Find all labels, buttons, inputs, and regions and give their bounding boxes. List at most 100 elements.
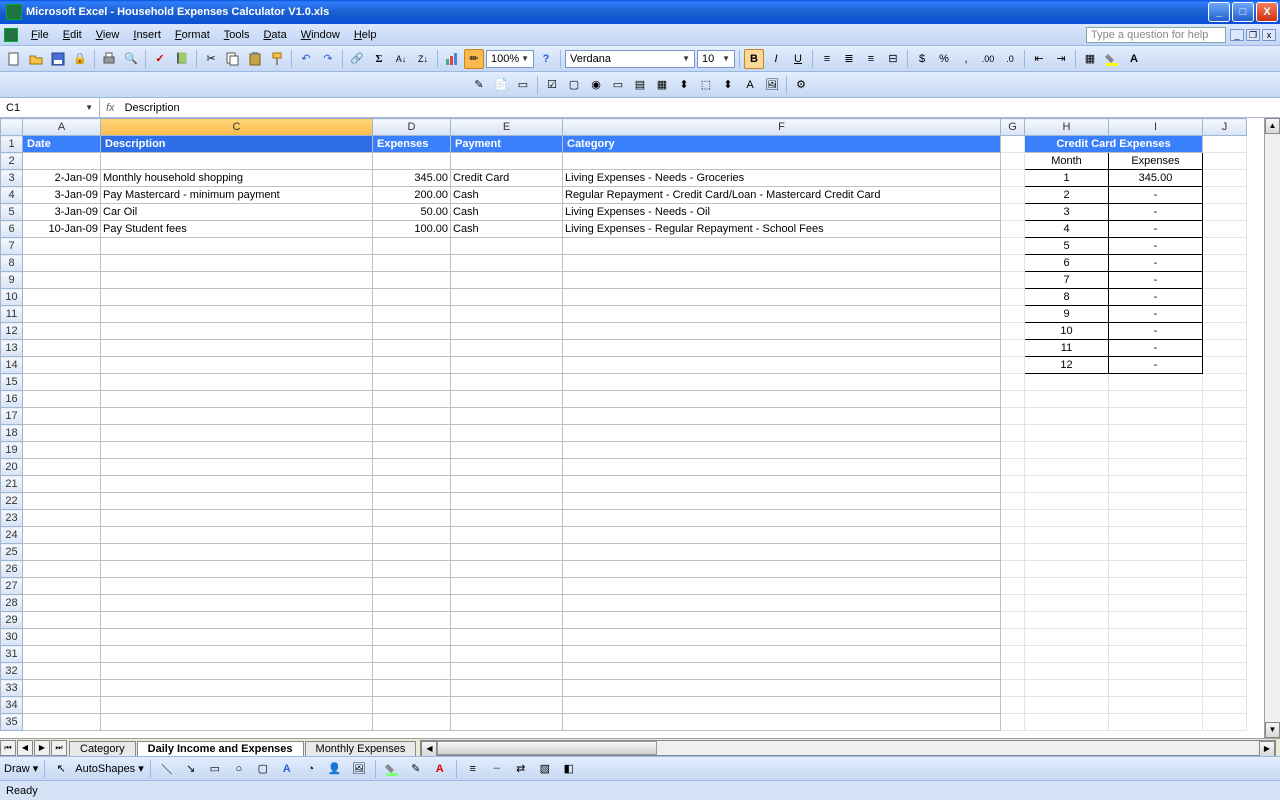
cell-F5[interactable]: Living Expenses - Needs - Oil xyxy=(563,204,1001,221)
cell-C4[interactable]: Pay Mastercard - minimum payment xyxy=(101,187,373,204)
cell-C9[interactable] xyxy=(101,272,373,289)
cell-H8[interactable]: 6 xyxy=(1025,255,1109,272)
clipart-button[interactable]: 👤 xyxy=(325,759,345,779)
cell-C7[interactable] xyxy=(101,238,373,255)
cell-I26[interactable] xyxy=(1109,561,1203,578)
autoshapes-menu[interactable]: AutoShapes ▾ xyxy=(75,762,144,775)
cell-H24[interactable] xyxy=(1025,527,1109,544)
cell-C33[interactable] xyxy=(101,680,373,697)
cell-A11[interactable] xyxy=(23,306,101,323)
cell-H22[interactable] xyxy=(1025,493,1109,510)
cell-H33[interactable] xyxy=(1025,680,1109,697)
fx-icon[interactable]: fx xyxy=(100,102,121,114)
cell-H15[interactable] xyxy=(1025,374,1109,391)
cell-I32[interactable] xyxy=(1109,663,1203,680)
cell-E1[interactable]: Payment xyxy=(451,136,563,153)
cell-F1[interactable]: Category xyxy=(563,136,1001,153)
cell-C25[interactable] xyxy=(101,544,373,561)
cell-D3[interactable]: 345.00 xyxy=(373,170,451,187)
cell-G12[interactable] xyxy=(1001,323,1025,340)
tool-5[interactable]: ▢ xyxy=(564,75,584,95)
cell-F34[interactable] xyxy=(563,697,1001,714)
paste-button[interactable] xyxy=(245,49,265,69)
undo-button[interactable]: ↶ xyxy=(296,49,316,69)
cell-G2[interactable] xyxy=(1001,153,1025,170)
row-header-28[interactable]: 28 xyxy=(1,595,23,612)
cell-E19[interactable] xyxy=(451,442,563,459)
cell-J30[interactable] xyxy=(1203,629,1247,646)
cell-G22[interactable] xyxy=(1001,493,1025,510)
tool-15[interactable]: ⚙ xyxy=(791,75,811,95)
cell-I28[interactable] xyxy=(1109,595,1203,612)
cell-F17[interactable] xyxy=(563,408,1001,425)
row-header-18[interactable]: 18 xyxy=(1,425,23,442)
cell-F8[interactable] xyxy=(563,255,1001,272)
sheet-tab-daily-income-and-expenses[interactable]: Daily Income and Expenses xyxy=(137,741,304,756)
cell-J32[interactable] xyxy=(1203,663,1247,680)
row-header-20[interactable]: 20 xyxy=(1,459,23,476)
cell-H30[interactable] xyxy=(1025,629,1109,646)
cell-A35[interactable] xyxy=(23,714,101,731)
open-button[interactable] xyxy=(26,49,46,69)
cell-G11[interactable] xyxy=(1001,306,1025,323)
cell-E35[interactable] xyxy=(451,714,563,731)
cell-A3[interactable]: 2-Jan-09 xyxy=(23,170,101,187)
cell-G14[interactable] xyxy=(1001,357,1025,374)
cell-E16[interactable] xyxy=(451,391,563,408)
cell-D21[interactable] xyxy=(373,476,451,493)
diagram-button[interactable]: ◔ xyxy=(301,759,321,779)
cell-E34[interactable] xyxy=(451,697,563,714)
cell-G6[interactable] xyxy=(1001,221,1025,238)
cell-A29[interactable] xyxy=(23,612,101,629)
align-left-button[interactable]: ≡ xyxy=(817,49,837,69)
cell-F20[interactable] xyxy=(563,459,1001,476)
cell-F33[interactable] xyxy=(563,680,1001,697)
cell-J22[interactable] xyxy=(1203,493,1247,510)
italic-button[interactable]: I xyxy=(766,49,786,69)
cell-A9[interactable] xyxy=(23,272,101,289)
row-header-21[interactable]: 21 xyxy=(1,476,23,493)
col-header-F[interactable]: F xyxy=(563,119,1001,136)
cell-E11[interactable] xyxy=(451,306,563,323)
cell-D11[interactable] xyxy=(373,306,451,323)
cell-J31[interactable] xyxy=(1203,646,1247,663)
row-header-27[interactable]: 27 xyxy=(1,578,23,595)
row-header-1[interactable]: 1 xyxy=(1,136,23,153)
cell-D27[interactable] xyxy=(373,578,451,595)
cell-E6[interactable]: Cash xyxy=(451,221,563,238)
cell-J13[interactable] xyxy=(1203,340,1247,357)
cell-C2[interactable] xyxy=(101,153,373,170)
cell-H1[interactable]: Credit Card Expenses xyxy=(1025,136,1203,153)
cell-D16[interactable] xyxy=(373,391,451,408)
rectangle-button[interactable]: ▭ xyxy=(205,759,225,779)
drawing-toolbar-button[interactable]: ✏ xyxy=(464,49,484,69)
cell-F11[interactable] xyxy=(563,306,1001,323)
cell-H16[interactable] xyxy=(1025,391,1109,408)
cell-D20[interactable] xyxy=(373,459,451,476)
tool-9[interactable]: ▦ xyxy=(652,75,672,95)
cell-C35[interactable] xyxy=(101,714,373,731)
menu-tools[interactable]: Tools xyxy=(217,27,257,43)
cell-F7[interactable] xyxy=(563,238,1001,255)
cell-G8[interactable] xyxy=(1001,255,1025,272)
cell-A19[interactable] xyxy=(23,442,101,459)
maximize-button[interactable]: □ xyxy=(1232,2,1254,22)
cell-A5[interactable]: 3-Jan-09 xyxy=(23,204,101,221)
cell-J5[interactable] xyxy=(1203,204,1247,221)
row-header-24[interactable]: 24 xyxy=(1,527,23,544)
format-painter-button[interactable] xyxy=(267,49,287,69)
cell-F24[interactable] xyxy=(563,527,1001,544)
cell-C22[interactable] xyxy=(101,493,373,510)
cell-C27[interactable] xyxy=(101,578,373,595)
cell-E13[interactable] xyxy=(451,340,563,357)
cell-J24[interactable] xyxy=(1203,527,1247,544)
cell-I14[interactable]: - xyxy=(1109,357,1203,374)
cell-F3[interactable]: Living Expenses - Needs - Groceries xyxy=(563,170,1001,187)
scroll-down-button[interactable]: ▼ xyxy=(1265,722,1280,738)
cell-C26[interactable] xyxy=(101,561,373,578)
cell-C28[interactable] xyxy=(101,595,373,612)
cell-H20[interactable] xyxy=(1025,459,1109,476)
scroll-up-button[interactable]: ▲ xyxy=(1265,118,1280,134)
row-header-16[interactable]: 16 xyxy=(1,391,23,408)
cell-A7[interactable] xyxy=(23,238,101,255)
